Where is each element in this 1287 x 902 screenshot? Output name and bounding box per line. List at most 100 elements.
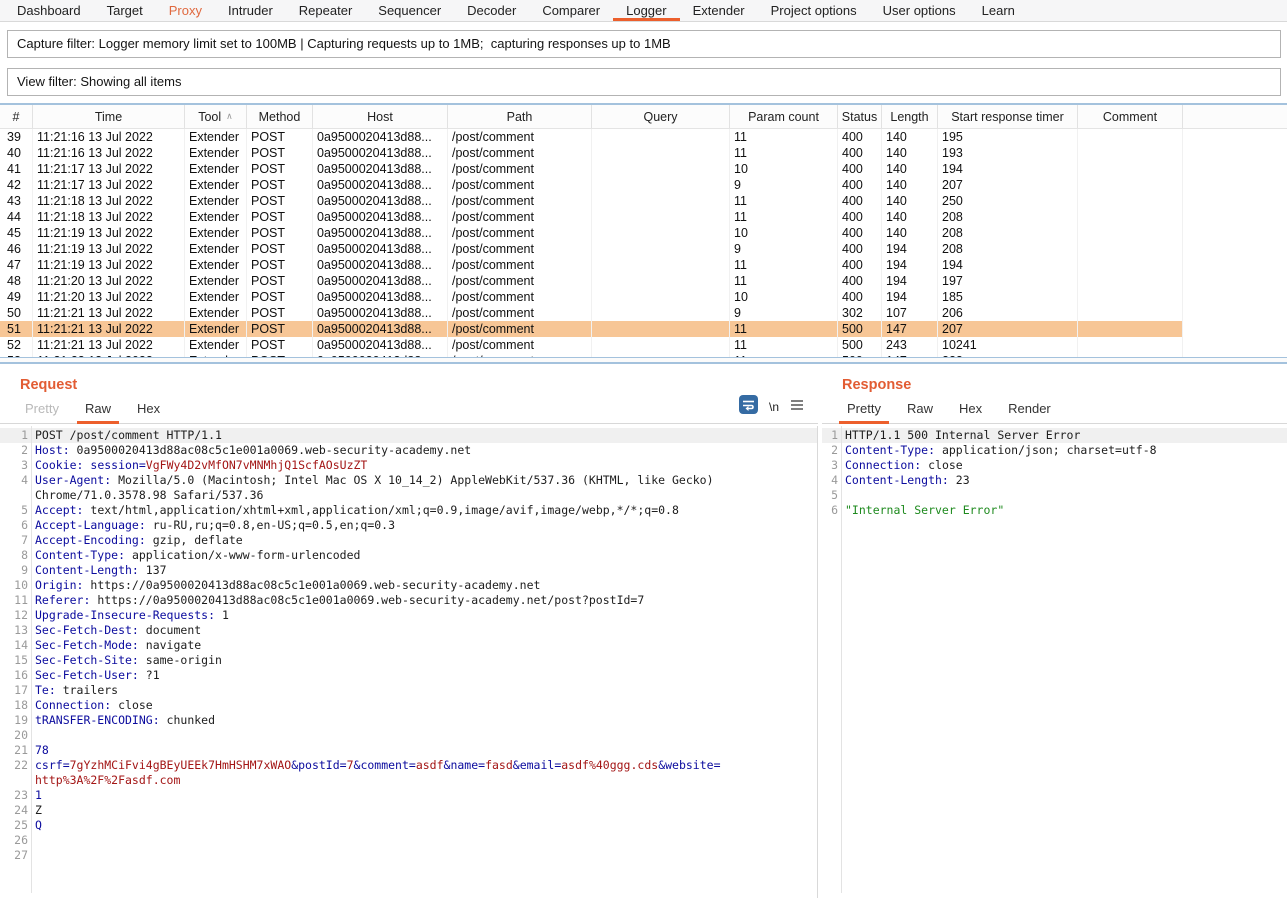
cell-path: /post/comment	[448, 273, 592, 289]
tab-raw[interactable]: Raw	[72, 401, 124, 423]
wrap-toggle-icon[interactable]	[739, 395, 758, 419]
cell-method: POST	[247, 241, 313, 257]
cell-param-count: 10	[730, 289, 838, 305]
cell-filler	[1183, 289, 1287, 305]
column-header--[interactable]: #	[0, 105, 33, 128]
tab-pretty[interactable]: Pretty	[12, 401, 72, 423]
code-line: 3Cookie: session=VgFWy4D2vMfON7vMNMhjQ1S…	[0, 458, 817, 473]
column-header-param-count[interactable]: Param count	[730, 105, 838, 128]
cell--: 47	[0, 257, 33, 273]
line-number: 6	[0, 518, 28, 533]
menu-tab-learn[interactable]: Learn	[969, 0, 1028, 21]
table-row[interactable]: 4411:21:18 13 Jul 2022ExtenderPOST0a9500…	[0, 209, 1287, 225]
line-number: 12	[0, 608, 28, 623]
message-editors: Request PrettyRawHex \n	[0, 364, 1287, 902]
column-header-length[interactable]: Length	[882, 105, 938, 128]
table-row[interactable]: 5211:21:21 13 Jul 2022ExtenderPOST0a9500…	[0, 337, 1287, 353]
cell-query	[592, 193, 730, 209]
cell-status: 400	[838, 145, 882, 161]
cell-start-response-timer: 250	[938, 193, 1078, 209]
view-filter-bar[interactable]: View filter: Showing all items	[7, 68, 1281, 96]
table-row[interactable]: 5011:21:21 13 Jul 2022ExtenderPOST0a9500…	[0, 305, 1287, 321]
column-label: #	[13, 110, 20, 124]
column-header-tool[interactable]: Tool∧	[185, 105, 247, 128]
cell-query	[592, 289, 730, 305]
menu-tab-logger[interactable]: Logger	[613, 0, 679, 21]
cell-query	[592, 209, 730, 225]
cell--: 44	[0, 209, 33, 225]
cell-start-response-timer: 207	[938, 321, 1078, 337]
column-header-host[interactable]: Host	[313, 105, 448, 128]
cell--: 50	[0, 305, 33, 321]
capture-filter-bar[interactable]: Capture filter: Logger memory limit set …	[7, 30, 1281, 58]
table-row[interactable]: 3911:21:16 13 Jul 2022ExtenderPOST0a9500…	[0, 129, 1287, 145]
code-line: 24Z	[0, 803, 817, 818]
menu-tab-target[interactable]: Target	[94, 0, 156, 21]
code-line: 9Content-Length: 137	[0, 563, 817, 578]
tab-raw[interactable]: Raw	[894, 401, 946, 423]
table-row[interactable]: 4611:21:19 13 Jul 2022ExtenderPOST0a9500…	[0, 241, 1287, 257]
cell-status: 400	[838, 225, 882, 241]
request-tabs: PrettyRawHex \n	[0, 399, 818, 424]
menu-tab-repeater[interactable]: Repeater	[286, 0, 365, 21]
cell-comment	[1078, 209, 1183, 225]
table-row[interactable]: 4011:21:16 13 Jul 2022ExtenderPOST0a9500…	[0, 145, 1287, 161]
table-row[interactable]: 4711:21:19 13 Jul 2022ExtenderPOST0a9500…	[0, 257, 1287, 273]
cell-filler	[1183, 129, 1287, 145]
column-header-start-response-timer[interactable]: Start response timer	[938, 105, 1078, 128]
menu-tab-comparer[interactable]: Comparer	[529, 0, 613, 21]
cell-param-count: 11	[730, 129, 838, 145]
cell-tool: Extender	[185, 321, 247, 337]
column-header-comment[interactable]: Comment	[1078, 105, 1183, 128]
table-row[interactable]: 4511:21:19 13 Jul 2022ExtenderPOST0a9500…	[0, 225, 1287, 241]
editor-menu-icon[interactable]	[790, 398, 804, 416]
cell-method: POST	[247, 353, 313, 357]
cell-host: 0a9500020413d88...	[313, 129, 448, 145]
table-row[interactable]: 4311:21:18 13 Jul 2022ExtenderPOST0a9500…	[0, 193, 1287, 209]
code-line: 18Connection: close	[0, 698, 817, 713]
cell-path: /post/comment	[448, 225, 592, 241]
column-header-status[interactable]: Status	[838, 105, 882, 128]
menu-tab-decoder[interactable]: Decoder	[454, 0, 529, 21]
menu-tab-intruder[interactable]: Intruder	[215, 0, 286, 21]
table-row[interactable]: 4111:21:17 13 Jul 2022ExtenderPOST0a9500…	[0, 161, 1287, 177]
column-header-method[interactable]: Method	[247, 105, 313, 128]
cell-comment	[1078, 321, 1183, 337]
cell-time: 11:21:17 13 Jul 2022	[33, 161, 185, 177]
menu-tab-extender[interactable]: Extender	[680, 0, 758, 21]
column-header-path[interactable]: Path	[448, 105, 592, 128]
cell-length: 140	[882, 225, 938, 241]
cell-filler	[1183, 257, 1287, 273]
cell-method: POST	[247, 321, 313, 337]
code-line: 2Content-Type: application/json; charset…	[822, 443, 1287, 458]
cell-comment	[1078, 225, 1183, 241]
menu-tab-project-options[interactable]: Project options	[758, 0, 870, 21]
menu-tab-proxy[interactable]: Proxy	[156, 0, 215, 21]
cell-tool: Extender	[185, 273, 247, 289]
cell-param-count: 9	[730, 177, 838, 193]
cell-time: 11:21:16 13 Jul 2022	[33, 129, 185, 145]
cell-query	[592, 129, 730, 145]
newline-icon[interactable]: \n	[769, 400, 779, 414]
tab-pretty[interactable]: Pretty	[834, 401, 894, 423]
menu-tab-user-options[interactable]: User options	[870, 0, 969, 21]
line-number: 23	[0, 788, 28, 803]
cell-query	[592, 241, 730, 257]
column-header-time[interactable]: Time	[33, 105, 185, 128]
cell-comment	[1078, 241, 1183, 257]
tab-hex[interactable]: Hex	[946, 401, 995, 423]
menu-tab-sequencer[interactable]: Sequencer	[365, 0, 454, 21]
table-row[interactable]: 5111:21:21 13 Jul 2022ExtenderPOST0a9500…	[0, 321, 1287, 337]
request-editor[interactable]: 1POST /post/comment HTTP/1.12Host: 0a950…	[0, 426, 818, 898]
cell-start-response-timer: 208	[938, 209, 1078, 225]
column-header-query[interactable]: Query	[592, 105, 730, 128]
tab-render[interactable]: Render	[995, 401, 1064, 423]
table-row[interactable]: 4911:21:20 13 Jul 2022ExtenderPOST0a9500…	[0, 289, 1287, 305]
table-row[interactable]: 5311:21:22 13 Jul 2022ExtenderPOST0a9500…	[0, 353, 1287, 357]
response-editor[interactable]: 1HTTP/1.1 500 Internal Server Error2Cont…	[822, 426, 1287, 898]
table-row[interactable]: 4211:21:17 13 Jul 2022ExtenderPOST0a9500…	[0, 177, 1287, 193]
menu-tab-dashboard[interactable]: Dashboard	[4, 0, 94, 21]
tab-hex[interactable]: Hex	[124, 401, 173, 423]
table-row[interactable]: 4811:21:20 13 Jul 2022ExtenderPOST0a9500…	[0, 273, 1287, 289]
table-hscrollbar[interactable]	[0, 357, 1287, 364]
